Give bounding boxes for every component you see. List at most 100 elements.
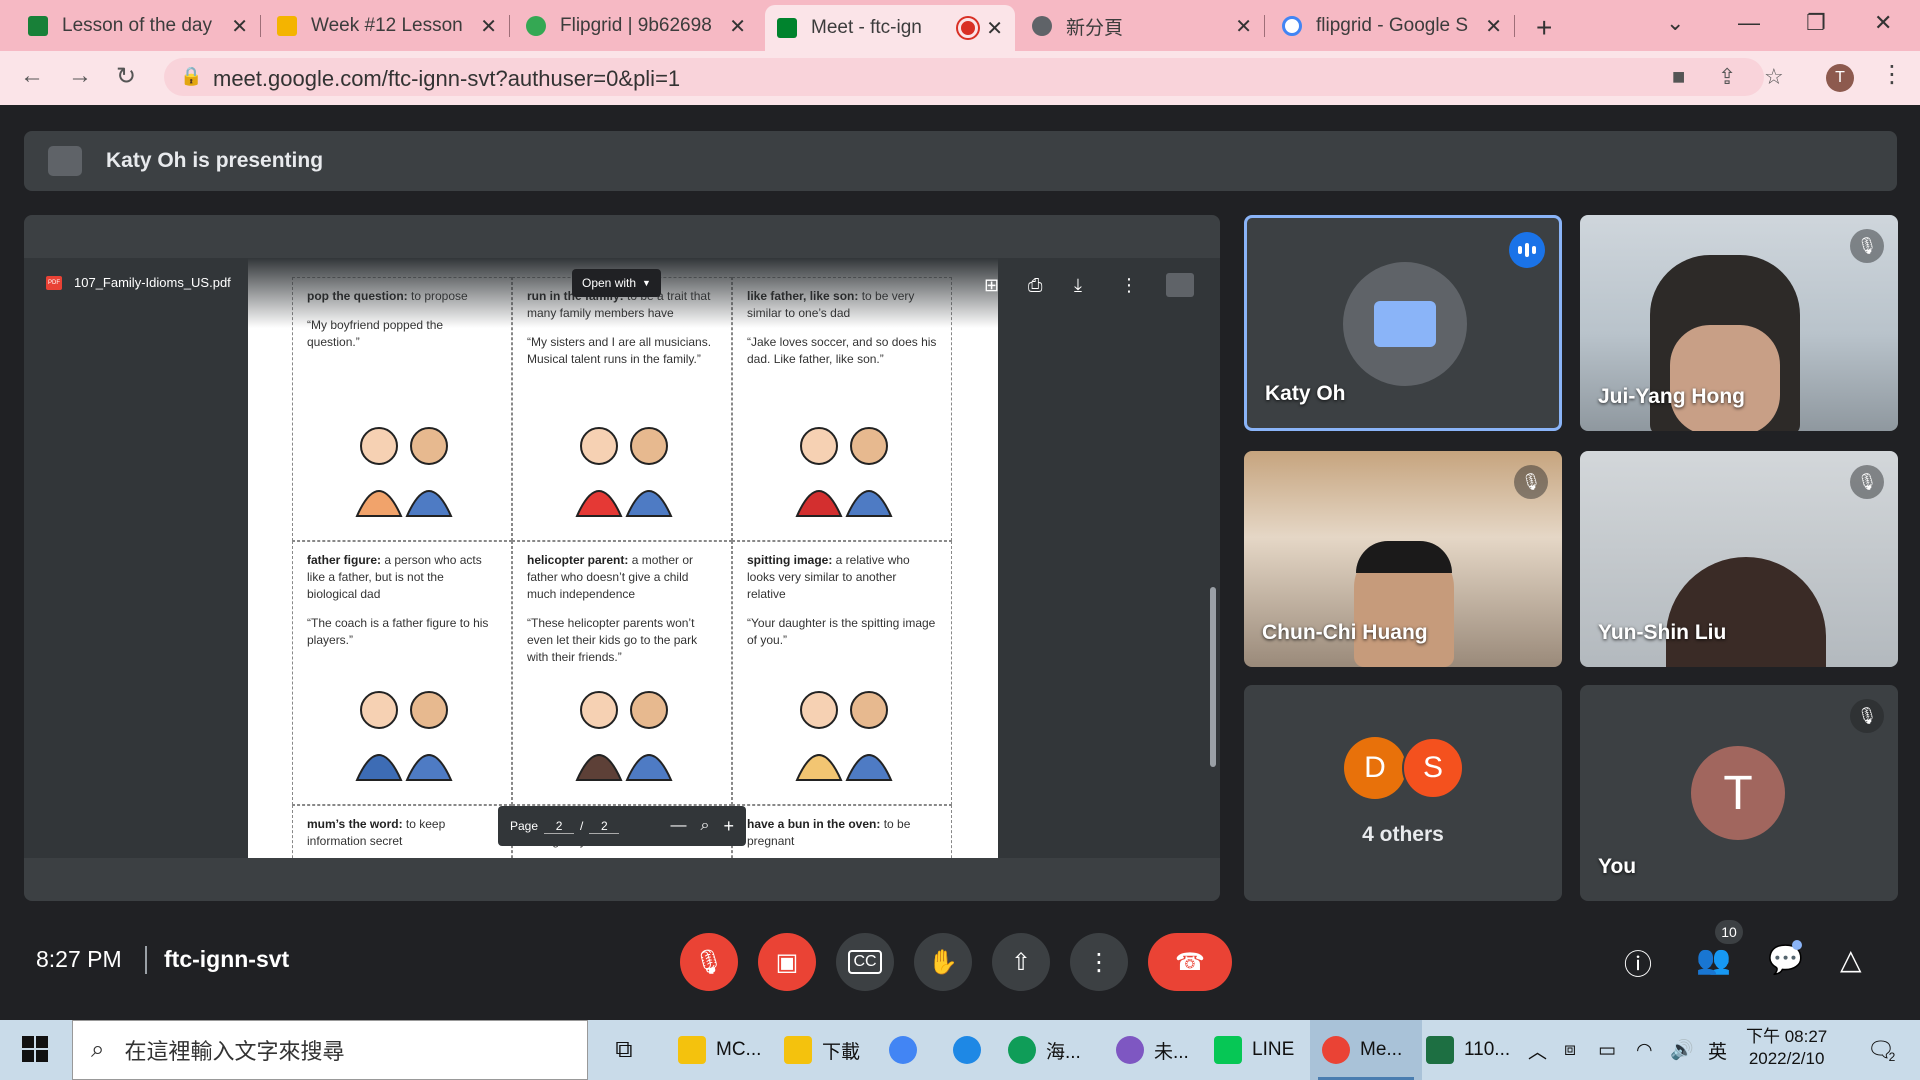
notification-center-button[interactable]: 🗨 2: [1856, 1020, 1906, 1080]
tile-others[interactable]: D S 4 others: [1244, 685, 1562, 901]
idiom-illustration-icon: [795, 691, 893, 781]
wifi-icon[interactable]: ◠: [1636, 1020, 1653, 1080]
people-button[interactable]: 👥: [1696, 943, 1731, 976]
idiom-example: “The coach is a father figure to his pla…: [307, 616, 489, 647]
people-count-badge: 10: [1715, 920, 1743, 944]
bookmark-star-icon[interactable]: ☆: [1764, 64, 1784, 90]
add-comment-icon[interactable]: ⊞: [984, 275, 999, 296]
restore-button[interactable]: ❐: [1806, 10, 1826, 36]
volume-icon[interactable]: 🔊: [1670, 1020, 1694, 1080]
tab-google-meet[interactable]: Meet - ftc-ign ✕: [765, 5, 1015, 51]
print-icon[interactable]: ⎙: [1028, 275, 1042, 296]
google-slides-icon: [277, 16, 297, 36]
taskbar-app[interactable]: [940, 1020, 994, 1080]
taskbar-app[interactable]: MC...: [668, 1020, 778, 1080]
chat-notification-dot: [1792, 940, 1802, 950]
zoom-icon[interactable]: ⌕: [701, 817, 710, 835]
back-button[interactable]: ←: [20, 62, 44, 90]
tile-jui-yang-hong[interactable]: 🎙 Jui-Yang Hong: [1580, 215, 1898, 431]
microphone-muted-icon: 🎙: [1850, 699, 1884, 733]
people-icon: 👥: [1696, 944, 1731, 975]
leave-call-button[interactable]: ☎: [1148, 933, 1232, 991]
url-text[interactable]: meet.google.com/ftc-ignn-svt?authuser=0&…: [213, 66, 680, 92]
new-tab-button[interactable]: +: [1536, 12, 1552, 44]
taskbar-search-box[interactable]: ⌕ 在這裡輸入文字來搜尋: [72, 1020, 588, 1080]
present-now-button[interactable]: ⇧: [992, 933, 1050, 991]
lock-icon[interactable]: 🔒: [180, 66, 202, 87]
line-icon: [1214, 1036, 1242, 1064]
chrome-icon: [889, 1036, 917, 1064]
share-icon[interactable]: ⇪: [1718, 64, 1736, 90]
idiom-example: “My sisters and I are all musicians. Mus…: [527, 335, 712, 366]
chevron-up-icon: ︿: [1528, 1041, 1548, 1063]
battery-icon[interactable]: ▭: [1598, 1020, 1616, 1080]
zoom-in-icon[interactable]: +: [723, 816, 734, 837]
captions-button[interactable]: CC: [836, 933, 894, 991]
show-hidden-icons-button[interactable]: ︿: [1528, 1020, 1547, 1080]
reload-button[interactable]: ↻: [116, 62, 136, 91]
zoom-out-icon[interactable]: —: [671, 817, 687, 835]
task-view-button[interactable]: ⧉: [604, 1020, 644, 1080]
downloads-folder-icon: [784, 1036, 812, 1064]
camera-off-icon: ▣: [775, 948, 799, 976]
tab-flipgrid[interactable]: Flipgrid | 9b62698 ✕: [514, 7, 758, 45]
taskbar-app[interactable]: 110...: [1418, 1020, 1526, 1080]
tab-flipgrid-google-search[interactable]: flipgrid - Google S ✕: [1270, 7, 1515, 45]
more-options-button[interactable]: ⋮: [1070, 933, 1128, 991]
task-view-icon: ⧉: [615, 1036, 633, 1063]
close-tab-icon[interactable]: ✕: [1235, 14, 1252, 39]
file-explorer-icon: [678, 1036, 706, 1064]
tile-katy-oh[interactable]: Katy Oh: [1244, 215, 1562, 431]
activities-button[interactable]: △: [1840, 943, 1862, 976]
meet-now-icon[interactable]: ⧈: [1564, 1020, 1576, 1080]
tab-lesson-of-the-day[interactable]: Lesson of the day ✕: [16, 7, 261, 45]
microphone-muted-icon: 🎙: [1850, 229, 1884, 263]
tile-chun-chi-huang[interactable]: 🎙 Chun-Chi Huang: [1244, 451, 1562, 667]
idiom-example: “These helicopter parents won’t even let…: [527, 616, 698, 664]
idiom-term: spitting image:: [747, 553, 833, 567]
tab-new-tab[interactable]: 新分頁 ✕: [1020, 7, 1265, 45]
microphone-toggle-button[interactable]: 🎙: [680, 933, 738, 991]
raise-hand-button[interactable]: ✋: [914, 933, 972, 991]
close-window-button[interactable]: ✕: [1874, 10, 1892, 36]
meeting-clock: 8:27 PM: [36, 946, 122, 972]
taskbar-app[interactable]: LINE: [1206, 1020, 1314, 1080]
info-icon: ⓘ: [1624, 949, 1653, 980]
tab-search-icon[interactable]: ⌄: [1666, 10, 1684, 36]
present-screen-icon: ⇧: [1010, 948, 1032, 976]
system-clock[interactable]: 下午 08:27 2022/2/10: [1746, 1026, 1827, 1070]
taskbar-app[interactable]: 下載: [774, 1020, 874, 1080]
more-options-icon[interactable]: ⋮: [1120, 275, 1138, 296]
idiom-term: helicopter parent:: [527, 553, 629, 567]
pdf-scrollbar[interactable]: [1210, 587, 1216, 767]
idiom-term: have a bun in the oven:: [747, 817, 881, 831]
taskbar-app[interactable]: Me...: [1310, 1020, 1422, 1080]
close-tab-icon[interactable]: ✕: [729, 14, 746, 39]
browser-menu-icon[interactable]: ⋮: [1880, 60, 1904, 89]
meeting-details-button[interactable]: ⓘ: [1624, 943, 1652, 983]
download-icon[interactable]: ⤓: [1074, 275, 1082, 296]
tile-yun-shin-liu[interactable]: 🎙 Yun-Shin Liu: [1580, 451, 1898, 667]
camera-toggle-button[interactable]: ▣: [758, 933, 816, 991]
taskbar-app[interactable]: [876, 1020, 930, 1080]
close-tab-icon[interactable]: ✕: [986, 16, 1003, 41]
close-tab-icon[interactable]: ✕: [231, 14, 248, 39]
idiom-card: helicopter parent: a mother or father wh…: [512, 541, 732, 805]
taskbar-app[interactable]: 未...: [1108, 1020, 1206, 1080]
presenting-label: Katy Oh is presenting: [106, 149, 324, 172]
close-tab-icon[interactable]: ✕: [1485, 14, 1502, 39]
forward-button[interactable]: →: [68, 62, 92, 90]
taskbar-app[interactable]: 海...: [1000, 1020, 1104, 1080]
avatar: D: [1344, 737, 1406, 799]
open-with-button[interactable]: Open with ▼: [572, 269, 661, 297]
input-method-indicator[interactable]: 英: [1708, 1020, 1727, 1080]
close-tab-icon[interactable]: ✕: [480, 14, 497, 39]
edge-icon: [1008, 1036, 1036, 1064]
profile-avatar[interactable]: T: [1826, 64, 1854, 92]
start-button[interactable]: [22, 1036, 48, 1067]
minimize-button[interactable]: —: [1738, 10, 1760, 36]
tab-week-12-lesson[interactable]: Week #12 Lesson ✕: [265, 7, 510, 45]
page-number-input[interactable]: 2: [544, 819, 575, 834]
tile-you[interactable]: T 🎙 You: [1580, 685, 1898, 901]
camera-in-use-icon[interactable]: ■: [1672, 64, 1685, 90]
